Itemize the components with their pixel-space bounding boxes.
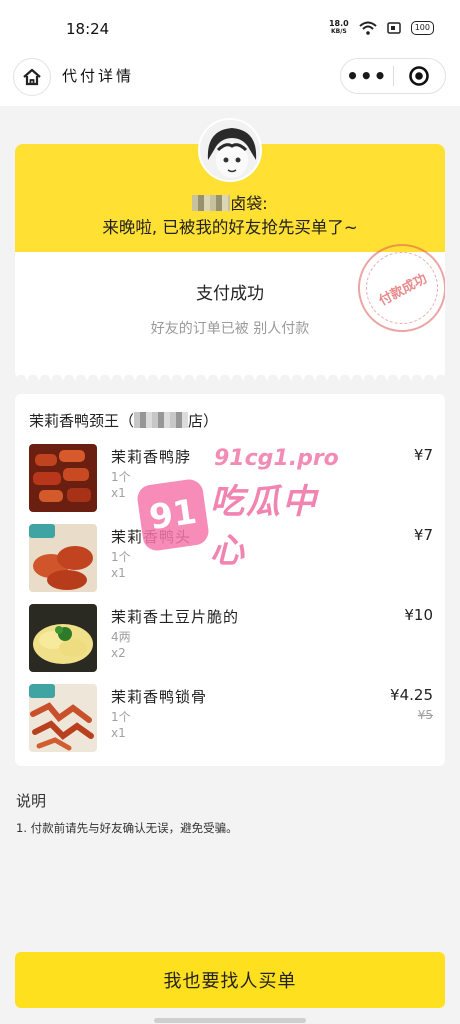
home-icon: [23, 68, 41, 86]
target-circle-icon: [409, 66, 430, 86]
status-indicators: 18.0 KB/S 100: [329, 20, 434, 36]
home-indicator[interactable]: [154, 1018, 306, 1023]
item-quantity: x1: [111, 566, 126, 580]
item-quantity: x1: [111, 726, 126, 740]
list-item: 茉莉香鸭锁骨 1个 x1 ¥4.25 ¥5: [29, 684, 433, 754]
more-button[interactable]: •••: [341, 66, 393, 86]
product-image: [29, 524, 97, 592]
mini-program-capsule: •••: [340, 58, 446, 94]
item-name: 茉莉香鸭脖: [111, 448, 192, 466]
ticket-wave-edge: [15, 370, 445, 380]
item-original-price: ¥5: [417, 708, 433, 722]
sim-icon: [386, 22, 401, 34]
find-payer-button[interactable]: 我也要找人买单: [15, 952, 445, 1008]
item-spec: 1个: [111, 710, 131, 724]
item-price: ¥7: [413, 526, 433, 544]
page-title: 代付详情: [62, 67, 135, 85]
list-item: 茉莉香鸭头 1个 x1 ¥7: [29, 524, 433, 594]
friend-name: 卤袋:: [15, 190, 445, 214]
notes-title: 说明: [16, 792, 47, 810]
stamp-text: 付款成功: [376, 270, 430, 309]
blurred-name: [192, 195, 231, 211]
status-time: 18:24: [66, 20, 110, 38]
order-card: 茉莉香鸭颈王（ 店） 茉莉香鸭脖 1个 x1 ¥7 茉莉香鸭头 1个 x1 ¥7…: [15, 394, 445, 766]
item-spec: 1个: [111, 470, 131, 484]
battery-indicator: 100: [410, 21, 434, 35]
item-price: ¥4.25: [390, 686, 433, 704]
item-spec: 4两: [111, 630, 131, 644]
product-image: [29, 444, 97, 512]
nav-bar: 代付详情 •••: [0, 56, 460, 106]
blurred-shop-branch: [134, 412, 189, 428]
product-image: [29, 684, 97, 752]
item-price: ¥7: [413, 446, 433, 464]
wifi-icon: [359, 21, 377, 35]
item-name: 茉莉香土豆片脆的: [111, 608, 240, 626]
item-name: 茉莉香鸭头: [111, 528, 192, 546]
status-bar: 18:24 18.0 KB/S 100: [0, 0, 460, 56]
product-image: [29, 604, 97, 672]
more-dots-icon: •••: [346, 64, 388, 88]
item-quantity: x2: [111, 646, 126, 660]
friend-message: 来晚啦, 已被我的好友抢先买单了~: [102, 218, 358, 237]
close-mini-program-button[interactable]: [394, 65, 446, 87]
notes-item: 1. 付款前请先与好友确认无误，避免受骗。: [16, 821, 238, 835]
network-speed: 18.0 KB/S: [328, 19, 349, 36]
item-quantity: x1: [111, 486, 126, 500]
item-price: ¥10: [404, 606, 433, 624]
list-item: 茉莉香土豆片脆的 4两 x2 ¥10: [29, 604, 433, 674]
list-item: 茉莉香鸭脖 1个 x1 ¥7: [29, 444, 433, 514]
item-name: 茉莉香鸭锁骨: [111, 688, 208, 706]
shop-name: 茉莉香鸭颈王（ 店）: [29, 412, 219, 430]
item-spec: 1个: [111, 550, 131, 564]
home-button[interactable]: [13, 58, 51, 96]
avatar: [198, 118, 262, 182]
